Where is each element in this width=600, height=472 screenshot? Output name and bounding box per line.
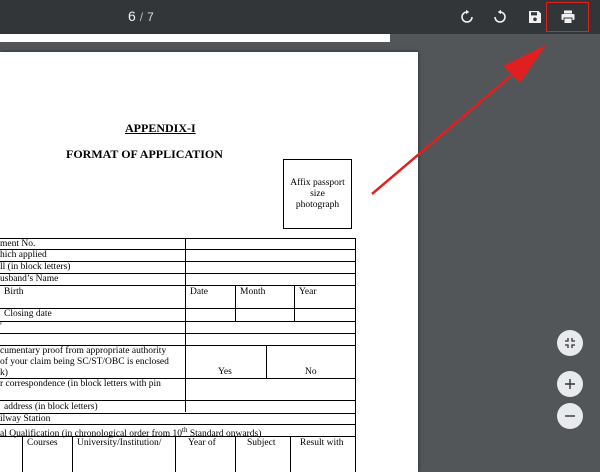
table-line — [0, 333, 356, 334]
table-line — [235, 436, 236, 472]
page-separator: / — [139, 10, 144, 24]
zoom-in-icon — [565, 379, 575, 389]
rotate-counterclockwise-button[interactable] — [490, 7, 510, 27]
current-page-input[interactable]: 6 — [128, 8, 136, 24]
pdf-page: APPENDIX-I FORMAT OF APPLICATION Affix p… — [0, 52, 418, 472]
yes-option: Yes — [218, 367, 232, 377]
save-button[interactable] — [525, 7, 545, 27]
save-icon — [529, 11, 541, 23]
table-line — [72, 436, 73, 472]
format-heading: FORMAT OF APPLICATION — [66, 147, 223, 161]
table-row-label: r correspondence (in block letters with … — [0, 379, 161, 389]
table-row-label: ment No. — [0, 239, 36, 249]
table-row-label: Closing date — [4, 309, 52, 319]
table-line — [294, 285, 295, 321]
appendix-heading: APPENDIX-I — [125, 121, 196, 135]
rotate-clockwise-icon — [461, 9, 473, 23]
table-line — [266, 345, 267, 378]
fit-to-page-button[interactable] — [557, 330, 583, 356]
no-option: No — [305, 367, 317, 377]
table-row-label: usband’s Name — [0, 274, 59, 284]
table-row-label: k) — [0, 368, 8, 378]
table-row-label: Birth — [4, 287, 24, 297]
qual-col-header: Year of — [188, 438, 216, 448]
qual-col-header: Subject — [247, 438, 276, 448]
zoom-out-icon — [565, 415, 575, 417]
birth-date-header: Date — [190, 287, 208, 297]
zoom-out-button[interactable] — [557, 403, 583, 429]
table-row-label: ll (in block letters) — [0, 262, 71, 272]
total-pages: 7 — [147, 10, 154, 24]
table-line — [22, 436, 23, 472]
birth-year-header: Year — [299, 287, 317, 297]
table-line — [355, 238, 356, 472]
table-row-label: of your claim being SC/ST/OBC is enclose… — [0, 357, 169, 367]
birth-month-header: Month — [240, 287, 266, 297]
table-row-label: address (in block letters) — [4, 402, 98, 412]
table-line — [185, 238, 186, 412]
rotate-counterclockwise-icon — [494, 9, 506, 23]
previous-page-edge — [0, 34, 390, 42]
table-line — [0, 249, 356, 250]
photo-line-2: size — [310, 188, 325, 199]
table-row-label: ilway Station — [0, 414, 51, 424]
photo-box: Affix passport size photograph — [283, 159, 352, 229]
table-line — [0, 400, 356, 401]
table-row-label: hich applied — [0, 250, 47, 260]
qual-col-header: Result with — [300, 438, 344, 448]
pdf-toolbar: 6/7 — [0, 0, 600, 34]
photo-line-3: photograph — [295, 199, 340, 210]
photo-line-1: Affix passport — [290, 177, 345, 188]
page-indicator: 6/7 — [128, 8, 154, 24]
table-line — [0, 413, 356, 414]
print-highlight-box — [546, 2, 589, 32]
table-line — [290, 436, 291, 472]
table-row-label: ' — [0, 322, 2, 332]
fit-to-page-icon — [565, 338, 575, 348]
qual-col-header: University/Institution/ — [77, 438, 162, 448]
table-line — [235, 285, 236, 321]
table-line — [0, 238, 356, 239]
zoom-in-button[interactable] — [557, 371, 583, 397]
table-line — [0, 285, 356, 286]
table-row-label: cumentary proof from appropriate authori… — [0, 346, 167, 356]
table-line — [175, 436, 176, 472]
table-line — [0, 308, 356, 309]
qual-col-header: Courses — [27, 438, 58, 448]
table-line — [0, 321, 356, 322]
rotate-clockwise-button[interactable] — [457, 7, 477, 27]
